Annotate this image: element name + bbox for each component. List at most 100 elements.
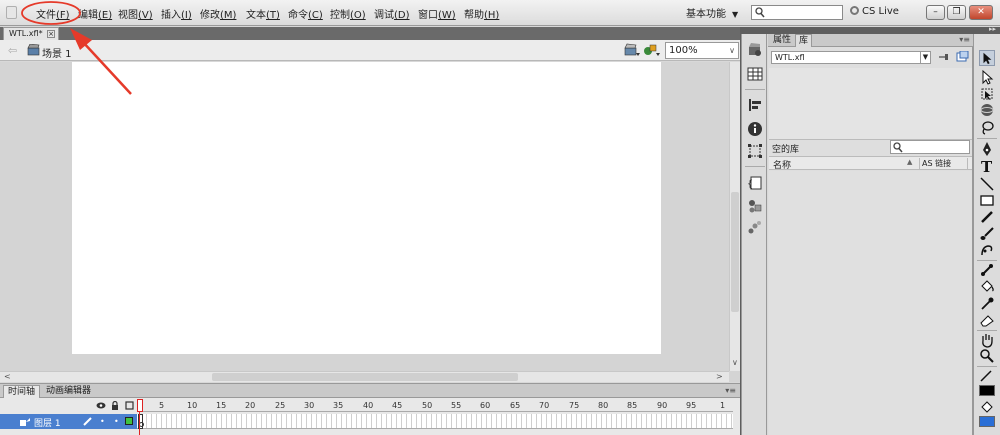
- selection-tool-icon[interactable]: [979, 50, 995, 66]
- workspace-switcher[interactable]: 基本功能 ▼: [686, 5, 738, 20]
- tab-properties[interactable]: 属性: [770, 34, 794, 47]
- panel-menu-icon[interactable]: ▾≡: [959, 35, 970, 44]
- components-icon[interactable]: [747, 198, 763, 214]
- minimize-icon: –: [933, 7, 938, 17]
- pin-library-icon[interactable]: [938, 51, 950, 62]
- pencil-tool-icon[interactable]: [979, 209, 995, 225]
- deco-tool-icon[interactable]: [979, 242, 995, 258]
- free-transform-tool-icon[interactable]: [979, 86, 995, 102]
- behaviors-icon[interactable]: [747, 220, 763, 236]
- menu-file[interactable]: 文件(F): [36, 6, 70, 21]
- layer-outline-color[interactable]: [125, 417, 133, 425]
- minimize-button[interactable]: –: [926, 5, 945, 20]
- lasso-tool-icon[interactable]: [979, 120, 995, 136]
- text-tool-icon[interactable]: T: [979, 158, 995, 174]
- outline-icon[interactable]: [125, 401, 134, 410]
- stroke-color-icon[interactable]: [979, 368, 995, 384]
- menu-control[interactable]: 控制(O): [330, 6, 366, 21]
- menu-debug[interactable]: 调试(D): [374, 6, 410, 21]
- subselection-tool-icon[interactable]: [979, 69, 995, 85]
- menu-control-label: 控制: [330, 10, 350, 21]
- fill-color-swatch[interactable]: [979, 416, 995, 427]
- pen-tool-icon[interactable]: [979, 141, 995, 157]
- scroll-right-icon[interactable]: >: [716, 372, 723, 381]
- layer-visible-dot[interactable]: •: [100, 417, 105, 426]
- layer-name[interactable]: 图层 1: [34, 416, 61, 429]
- menu-text[interactable]: 文本(T): [246, 6, 280, 21]
- scroll-left-icon[interactable]: <: [4, 372, 11, 381]
- info-icon[interactable]: [747, 121, 763, 137]
- edit-bar: ⇦ 场景 1 100% ∨: [0, 40, 740, 61]
- library-document-select[interactable]: WTL.xfl ▼: [771, 51, 931, 64]
- vertical-scroll-thumb[interactable]: [731, 192, 739, 312]
- frame-ruler[interactable]: 1 5 10 15 20 25 30 35 40 45 50 55 60 65 …: [137, 399, 733, 412]
- brush-tool-icon[interactable]: [979, 226, 995, 242]
- column-name[interactable]: 名称: [773, 158, 791, 171]
- stroke-color-swatch[interactable]: [979, 385, 995, 396]
- column-as-linkage[interactable]: AS 链接: [919, 158, 951, 169]
- 3d-rotation-tool-icon[interactable]: [979, 102, 995, 118]
- menu-view[interactable]: 视图(V): [118, 6, 153, 21]
- playhead-handle[interactable]: [137, 399, 143, 412]
- vertical-scrollbar[interactable]: ∨: [729, 62, 740, 371]
- panel-menu-icon[interactable]: ▾≡: [725, 386, 736, 395]
- menu-commands-label: 命令: [288, 10, 308, 21]
- help-search-input[interactable]: [751, 5, 843, 20]
- fill-color-icon[interactable]: [979, 399, 995, 415]
- stage-area: ∨ < >: [0, 62, 740, 382]
- motion-presets-icon[interactable]: [747, 42, 763, 58]
- menu-insert-label: 插入: [161, 10, 181, 21]
- cs-live-icon: [850, 6, 859, 15]
- rectangle-tool-icon[interactable]: [979, 192, 995, 208]
- zoom-select[interactable]: 100% ∨: [665, 42, 739, 59]
- playhead[interactable]: [137, 399, 143, 435]
- align-icon[interactable]: [747, 97, 763, 113]
- library-item-list[interactable]: [769, 171, 972, 435]
- eye-icon[interactable]: [96, 402, 106, 409]
- search-icon: [893, 142, 903, 153]
- menu-window[interactable]: 窗口(W): [418, 6, 456, 21]
- menu-commands[interactable]: 命令(C): [288, 6, 323, 21]
- edit-scene-icon[interactable]: [624, 43, 640, 57]
- horizontal-scrollbar[interactable]: < >: [0, 371, 729, 382]
- library-search-input[interactable]: [890, 140, 970, 154]
- close-tab-icon[interactable]: ×: [47, 30, 55, 38]
- document-tab[interactable]: WTL.xfl* ×: [3, 27, 59, 40]
- restore-button[interactable]: ❐: [947, 5, 966, 20]
- stage-canvas[interactable]: [72, 62, 661, 354]
- collapse-icon[interactable]: ▸▸: [989, 25, 996, 33]
- cs-live-button[interactable]: CS Live: [850, 6, 899, 17]
- menu-help[interactable]: 帮助(H): [464, 6, 499, 21]
- line-tool-icon[interactable]: [979, 176, 995, 192]
- zoom-tool-icon[interactable]: [979, 348, 995, 364]
- scroll-down-icon[interactable]: ∨: [732, 358, 738, 367]
- new-library-panel-icon[interactable]: [956, 51, 969, 62]
- hand-tool-icon[interactable]: [979, 332, 995, 348]
- horizontal-scroll-thumb[interactable]: [212, 373, 518, 381]
- transform-icon[interactable]: [747, 143, 763, 159]
- lock-icon[interactable]: [111, 401, 119, 410]
- menu-edit[interactable]: 编辑(E): [78, 6, 112, 21]
- code-snippets-icon[interactable]: {: [747, 175, 763, 191]
- library-document-value: WTL.xfl: [775, 53, 805, 62]
- edit-symbols-icon[interactable]: [643, 43, 661, 57]
- tab-motion-editor[interactable]: 动画编辑器: [42, 385, 95, 398]
- paint-bucket-tool-icon[interactable]: [979, 278, 995, 294]
- menu-insert[interactable]: 插入(I): [161, 6, 192, 21]
- swatches-icon[interactable]: [747, 66, 763, 82]
- back-arrow-icon[interactable]: ⇦: [8, 44, 17, 57]
- timeline-panel: 时间轴 动画编辑器 ▾≡ 1 5 10 15 20 25 30 35 40 45…: [0, 383, 740, 435]
- close-button[interactable]: ✕: [969, 5, 993, 20]
- tab-timeline[interactable]: 时间轴: [3, 385, 41, 398]
- layer-lock-dot[interactable]: •: [114, 417, 119, 426]
- tab-library[interactable]: 库: [795, 34, 813, 47]
- layer-row[interactable]: 图层 1 • •: [0, 414, 137, 429]
- sort-asc-icon[interactable]: ▲: [907, 158, 912, 166]
- layer-frames[interactable]: [137, 414, 733, 429]
- zoom-value: 100%: [669, 45, 698, 56]
- eyedropper-tool-icon[interactable]: [979, 296, 995, 312]
- eraser-tool-icon[interactable]: [979, 312, 995, 328]
- separator: [745, 166, 765, 167]
- bone-tool-icon[interactable]: [979, 262, 995, 278]
- menu-modify[interactable]: 修改(M): [200, 6, 236, 21]
